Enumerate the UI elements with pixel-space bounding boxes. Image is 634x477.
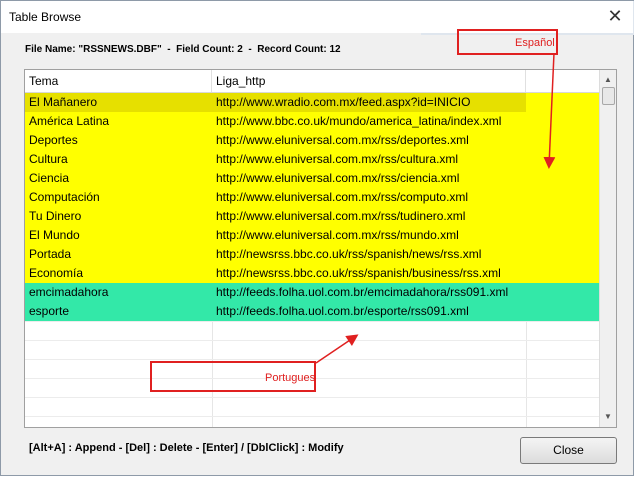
cell-liga-http[interactable]: http://www.eluniversal.com.mx/rss/mundo.… [212,226,526,245]
scroll-down-icon[interactable]: ▼ [600,409,616,425]
cell-tema[interactable]: Ciencia [25,169,212,188]
cell-liga-http[interactable]: http://feeds.folha.uol.com.br/esporte/rs… [212,302,526,321]
close-icon[interactable]: ✕ [605,6,625,26]
table-row[interactable]: El Mañanero http://www.wradio.com.mx/feed… [25,93,600,112]
table-row[interactable]: emcimadahora http://feeds.folha.uol.com.b… [25,283,600,302]
grid-hline [25,321,600,322]
cell-tema[interactable]: esporte [25,302,212,321]
file-info-label: File Name: "RSSNEWS.DBF" - Field Count: … [25,44,341,55]
column-header-empty [526,70,600,92]
table-row[interactable]: Ciencia http://www.eluniversal.com.mx/rss… [25,169,600,188]
cell-tema[interactable]: Portada [25,245,212,264]
grid-hline [25,397,600,398]
cell-liga-http[interactable]: http://www.eluniversal.com.mx/rss/deport… [212,131,526,150]
cell-liga-http[interactable]: http://www.eluniversal.com.mx/rss/comput… [212,188,526,207]
table-row[interactable]: Portada http://newsrss.bbc.co.uk/rss/span… [25,245,600,264]
cell-liga-http[interactable]: http://feeds.folha.uol.com.br/emcimadaho… [212,283,526,302]
table-row[interactable]: Deportes http://www.eluniversal.com.mx/rs… [25,131,600,150]
cell-liga-http[interactable]: http://www.eluniversal.com.mx/rss/tudine… [212,207,526,226]
table-row[interactable]: esporte http://feeds.folha.uol.com.br/esp… [25,302,600,321]
scroll-thumb[interactable] [602,87,615,105]
column-header-liga-http[interactable]: Liga_http [212,70,526,92]
cell-liga-http[interactable]: http://www.wradio.com.mx/feed.aspx?id=IN… [212,93,526,112]
cell-liga-http[interactable]: http://newsrss.bbc.co.uk/rss/spanish/new… [212,245,526,264]
cell-tema[interactable]: Cultura [25,150,212,169]
cell-tema[interactable]: América Latina [25,112,212,131]
table-row[interactable]: Computación http://www.eluniversal.com.mx… [25,188,600,207]
cell-liga-http[interactable]: http://newsrss.bbc.co.uk/rss/spanish/bus… [212,264,526,283]
cell-liga-http[interactable]: http://www.eluniversal.com.mx/rss/cultur… [212,150,526,169]
spanish-annotation-label: Español [515,37,555,49]
close-button[interactable]: Close [520,437,617,464]
vertical-scrollbar[interactable]: ▲ ▼ [599,70,616,427]
cell-tema[interactable]: Tu Dinero [25,207,212,226]
table-row[interactable]: Cultura http://www.eluniversal.com.mx/rss… [25,150,600,169]
grid-header: Tema Liga_http [25,70,600,93]
table-row[interactable]: El Mundo http://www.eluniversal.com.mx/rs… [25,226,600,245]
cell-tema[interactable]: El Mundo [25,226,212,245]
portuguese-annotation-box: Portugues [150,361,316,392]
spanish-annotation-box: Español [457,29,558,55]
cell-liga-http[interactable]: http://www.bbc.co.uk/mundo/america_latin… [212,112,526,131]
cell-tema[interactable]: Computación [25,188,212,207]
cell-tema[interactable]: Economía [25,264,212,283]
table-row[interactable]: Tu Dinero http://www.eluniversal.com.mx/r… [25,207,600,226]
table-browse-window: Table Browse ✕ File Name: "RSSNEWS.DBF" … [0,0,634,476]
table-row[interactable]: Economía http://newsrss.bbc.co.uk/rss/spa… [25,264,600,283]
column-header-tema[interactable]: Tema [25,70,212,92]
cell-tema[interactable]: El Mañanero [25,93,212,112]
cell-tema[interactable]: Deportes [25,131,212,150]
keyboard-hint: [Alt+A] : Append - [Del] : Delete - [Ent… [29,442,344,454]
data-grid[interactable]: Tema Liga_http El Mañanero http://www.wra… [24,69,617,428]
portuguese-annotation-label: Portugues [265,372,316,384]
scroll-up-icon[interactable]: ▲ [600,72,616,88]
window-title: Table Browse [9,10,82,24]
grid-hline [25,340,600,341]
grid-hline [25,416,600,417]
grid-hline [25,359,600,360]
cell-liga-http[interactable]: http://www.eluniversal.com.mx/rss/cienci… [212,169,526,188]
table-row[interactable]: América Latina http://www.bbc.co.uk/mundo… [25,112,600,131]
grid-rows: El Mañanero http://www.wradio.com.mx/feed… [25,93,600,321]
cell-tema[interactable]: emcimadahora [25,283,212,302]
